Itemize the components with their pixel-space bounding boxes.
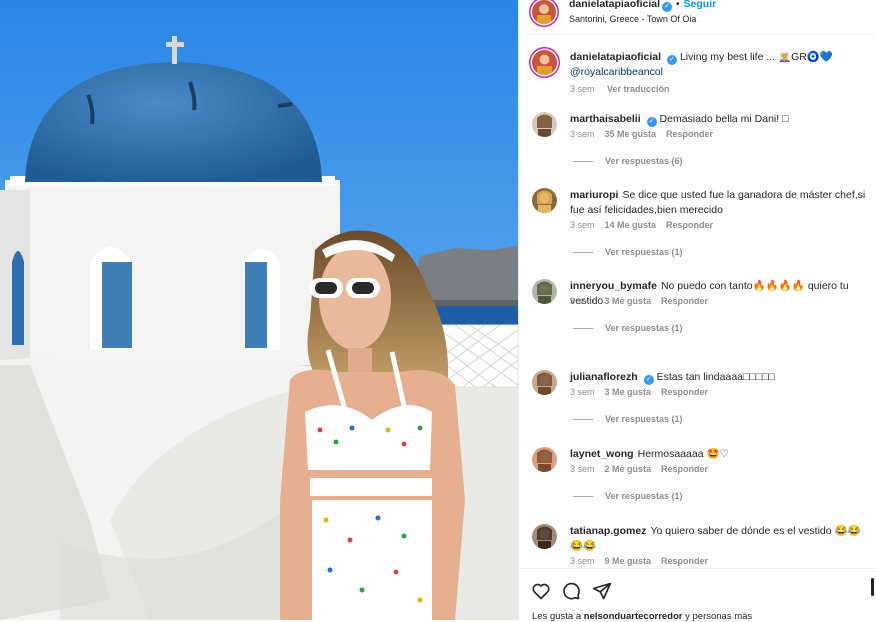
view-replies-label: Ver respuestas (1): [605, 247, 683, 257]
reply-button[interactable]: Responder: [666, 129, 713, 139]
likes-user[interactable]: nelsonduartecorredor: [584, 611, 683, 622]
commenter-avatar[interactable]: [532, 370, 557, 395]
comment-likes[interactable]: 2 Me gusta: [605, 464, 652, 474]
view-replies-button[interactable]: Ver respuestas (1): [573, 323, 683, 333]
view-replies-label: Ver respuestas (6): [605, 156, 683, 166]
comment-icon[interactable]: [561, 581, 581, 601]
commenter-username[interactable]: mariuropi: [570, 189, 618, 201]
comment-likes[interactable]: 35 Me gusta: [605, 129, 657, 139]
translate-button[interactable]: Ver traducción: [607, 84, 670, 94]
replies-divider: [573, 419, 593, 421]
post-photo[interactable]: [0, 0, 518, 620]
heart-icon[interactable]: [531, 581, 551, 601]
likes-summary[interactable]: Les gusta a nelsonduartecorredor y perso…: [532, 611, 752, 622]
caption-text: Living my best life ... 🧝‍♀️: [679, 51, 792, 63]
caption-avatar[interactable]: [532, 50, 557, 75]
comment-likes[interactable]: 14 Me gusta: [605, 220, 657, 230]
view-replies-button[interactable]: Ver respuestas (1): [573, 491, 683, 501]
view-replies-label: Ver respuestas (1): [605, 491, 683, 501]
post-sidebar: danielatapiaoficial ✓ • Seguir Santorini, G…: [518, 0, 876, 622]
comment-time[interactable]: 3 sem: [570, 296, 595, 306]
commenter-avatar[interactable]: [532, 188, 557, 213]
commenter-username[interactable]: inneryou_bymafe: [570, 280, 657, 292]
author-avatar[interactable]: [532, 0, 556, 24]
replies-divider: [573, 252, 593, 254]
comment-time[interactable]: 3 sem: [570, 556, 595, 566]
view-replies-button[interactable]: Ver respuestas (6): [573, 156, 683, 166]
commenter-username[interactable]: julianaflorezh: [570, 371, 638, 383]
reply-button[interactable]: Responder: [661, 296, 708, 306]
caption-time[interactable]: 3 sem: [570, 84, 595, 94]
commenter-avatar[interactable]: [532, 447, 557, 472]
santorini-photo: [0, 0, 518, 620]
comment-text: Estas tan lindaaaa□□□□□: [656, 371, 775, 383]
commenter-username[interactable]: marthaisabelii: [570, 113, 641, 125]
share-icon[interactable]: [592, 581, 612, 601]
replies-divider: [573, 496, 593, 498]
reply-button[interactable]: Responder: [661, 387, 708, 397]
verified-icon: ✓: [662, 2, 673, 12]
comments-list[interactable]: danielatapiaoficial ✓ Living my best life…: [519, 36, 876, 566]
caption-mention[interactable]: @royalcaribbeancol: [570, 66, 663, 78]
follow-button[interactable]: Seguir: [684, 0, 717, 10]
verified-icon: ✓: [667, 55, 678, 65]
replies-divider: [573, 161, 593, 163]
author-username[interactable]: danielatapiaoficial: [569, 0, 660, 10]
likes-prefix: Les gusta a: [532, 611, 584, 622]
scrollbar[interactable]: [871, 578, 874, 596]
comment-time[interactable]: 3 sem: [570, 129, 595, 139]
comment-likes[interactable]: 9 Me gusta: [605, 556, 652, 566]
commenter-avatar[interactable]: [532, 112, 557, 137]
view-replies-label: Ver respuestas (1): [605, 323, 683, 333]
view-replies-button[interactable]: Ver respuestas (1): [573, 414, 683, 424]
separator-dot: •: [676, 0, 680, 10]
comment-time[interactable]: 3 sem: [570, 464, 595, 474]
view-replies-label: Ver respuestas (1): [605, 414, 683, 424]
post-header: danielatapiaoficial ✓ • Seguir Santorini, G…: [519, 0, 876, 35]
likes-suffix: y personas más: [682, 611, 753, 622]
commenter-username[interactable]: tatianap.gomez: [570, 525, 646, 537]
comment-likes[interactable]: 3 Me gusta: [605, 387, 652, 397]
verified-icon: ✓: [646, 117, 657, 127]
comment-time[interactable]: 3 sem: [570, 387, 595, 397]
post-location[interactable]: Santorini, Greece - Town Of Oia: [569, 14, 696, 24]
action-bar: Les gusta a nelsonduartecorredor y perso…: [519, 568, 876, 622]
comment-time[interactable]: 3 sem: [570, 220, 595, 230]
commenter-avatar[interactable]: [532, 279, 557, 304]
reply-button[interactable]: Responder: [661, 464, 708, 474]
reply-button[interactable]: Responder: [666, 220, 713, 230]
view-replies-button[interactable]: Ver respuestas (1): [573, 247, 683, 257]
caption-text-tail: GR🧿💙: [791, 51, 833, 63]
reply-button[interactable]: Responder: [661, 556, 708, 566]
comment-text: Demasiado bella mi Dani! □: [659, 113, 789, 125]
commenter-avatar[interactable]: [532, 524, 557, 549]
comment-likes[interactable]: 3 Me gusta: [605, 296, 652, 306]
replies-divider: [573, 328, 593, 330]
commenter-username[interactable]: laynet_wong: [570, 448, 634, 460]
caption-username[interactable]: danielatapiaoficial: [570, 51, 661, 63]
comment-text: Hermosaaaaa 🤩♡: [637, 448, 729, 460]
verified-icon: ✓: [643, 375, 654, 385]
